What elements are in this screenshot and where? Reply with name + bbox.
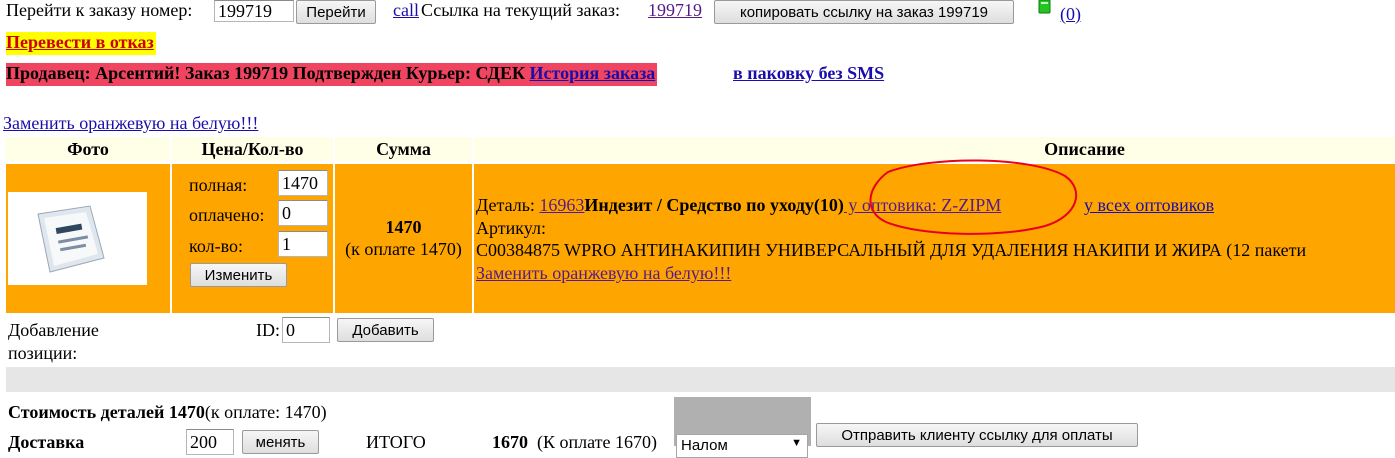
total-to-pay: (К оплате 1670) <box>537 432 657 452</box>
delivery-change-button[interactable]: менять <box>242 430 319 454</box>
add-position-label-line2: позиции: <box>8 343 78 363</box>
divider-band <box>6 367 1395 392</box>
sum-cell: 1470 (к оплате 1470) <box>335 164 472 313</box>
delivery-cost-input[interactable] <box>186 429 234 455</box>
replace-orange-link[interactable]: Заменить оранжевую на белую!!! <box>3 113 258 134</box>
packing-without-sms-link[interactable]: в паковку без SMS <box>733 63 884 84</box>
add-position-button[interactable]: Добавить <box>337 318 434 342</box>
photo-cell <box>6 164 170 313</box>
article-label: Артикул: <box>476 218 546 238</box>
messages-count-link[interactable]: (0) <box>1060 4 1081 25</box>
id-label: ID: <box>256 320 280 340</box>
full-price-input[interactable] <box>278 170 328 196</box>
paid-label: оплачено: <box>189 205 265 225</box>
status-bar: Продавец: Арсентий! Заказ 199719 Подтвер… <box>6 63 658 86</box>
parts-cost-line: Стоимость деталей 1470(к оплате: 1470) <box>8 402 327 423</box>
green-note-icon <box>1038 0 1051 14</box>
add-id-input[interactable] <box>282 317 330 343</box>
sum-value: 1470 <box>385 217 422 237</box>
goto-button[interactable]: Перейти <box>296 0 376 24</box>
header-photo: Фото <box>6 137 170 161</box>
header-price-qty: Цена/Кол-во <box>172 137 333 161</box>
item-description: C00384875 WPRO АНТИНАКИПИН УНИВЕРСАЛЬНЫЙ… <box>476 240 1307 260</box>
full-price-label: полная: <box>189 175 248 195</box>
send-payment-link-button[interactable]: Отправить клиенту ссылку для оплаты <box>816 423 1138 447</box>
replace-orange-row-link[interactable]: Заменить оранжевую на белую!!! <box>476 263 731 284</box>
current-order-link[interactable]: 199719 <box>648 0 702 21</box>
copy-order-link-button[interactable]: копировать ссылку на заказ 199719 <box>714 0 1014 24</box>
message-icon[interactable] <box>1037 0 1053 15</box>
annotation-ellipse <box>869 159 1078 235</box>
product-photo[interactable] <box>8 192 147 285</box>
detail-label: Деталь: <box>476 195 535 215</box>
parts-cost-to-pay: (к оплате: 1470) <box>204 402 327 422</box>
chevron-down-icon: ▼ <box>791 437 802 449</box>
call-link[interactable]: call <box>393 0 419 21</box>
change-button[interactable]: Изменить <box>190 263 287 287</box>
payment-method-select[interactable]: Налом ▼ <box>676 434 808 458</box>
add-position-label-line1: Добавление <box>8 320 99 340</box>
header-sum: Сумма <box>335 137 472 161</box>
paid-input[interactable] <box>278 200 328 226</box>
quantity-input[interactable] <box>278 231 328 257</box>
product-package-image <box>37 205 105 273</box>
refuse-link[interactable]: Перевести в отказ <box>6 32 156 55</box>
delivery-label: Доставка <box>8 432 85 452</box>
detail-title: Индезит / Средство по уходу(10) <box>584 195 844 215</box>
current-order-label: Ссылка на текущий заказ: <box>421 0 621 20</box>
total-label: ИТОГО <box>366 432 426 452</box>
sum-to-pay: (к оплате 1470) <box>345 239 462 259</box>
total-value: 1670 <box>492 432 528 452</box>
status-text: Продавец: Арсентий! Заказ 199719 Подтвер… <box>6 63 526 83</box>
quantity-label: кол-во: <box>189 236 243 256</box>
detail-id-link[interactable]: 16963 <box>539 195 584 215</box>
all-suppliers-link[interactable]: у всех оптовиков <box>1084 195 1214 216</box>
order-history-link[interactable]: История заказа <box>529 63 656 83</box>
goto-order-label: Перейти к заказу номер: <box>6 0 193 20</box>
order-number-input[interactable] <box>214 0 294 22</box>
parts-cost-label: Стоимость деталей 1470 <box>8 402 205 422</box>
price-qty-cell: полная: оплачено: кол-во: Изменить <box>172 164 333 313</box>
